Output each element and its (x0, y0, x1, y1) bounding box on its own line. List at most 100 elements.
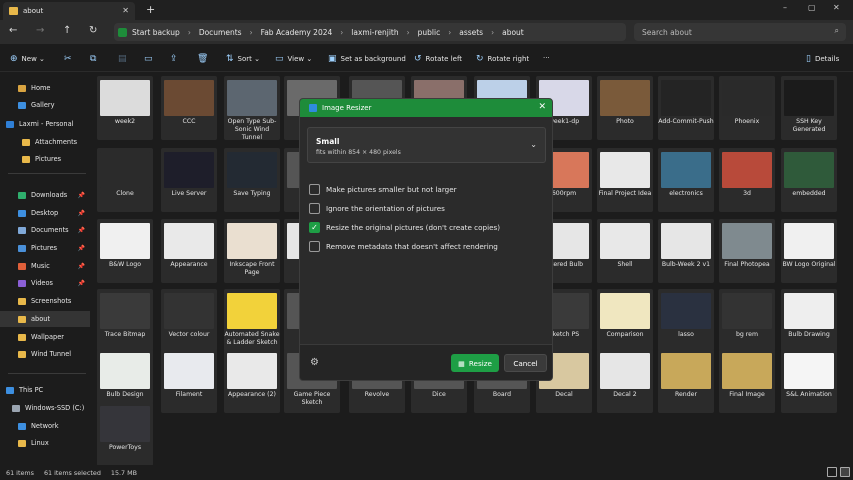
share-icon[interactable]: ⇪ (170, 54, 182, 64)
pin-icon[interactable]: 📌 (78, 245, 85, 252)
file-tile[interactable]: Decal 2 (597, 349, 653, 413)
pin-icon[interactable]: 📌 (78, 263, 85, 270)
file-tile[interactable]: week2 (97, 76, 153, 140)
breadcrumb-item[interactable]: public › (418, 28, 452, 37)
close-window-button[interactable]: ✕ (833, 3, 840, 12)
maximize-button[interactable]: ▢ (808, 3, 816, 12)
cut-icon[interactable]: ✂ (64, 54, 76, 64)
option-shrink-only[interactable]: Make pictures smaller but not larger (309, 184, 457, 195)
details-button[interactable]: ▯ Details (806, 54, 839, 64)
file-tile[interactable]: PowerToys (97, 402, 153, 465)
file-tile[interactable]: lasso (658, 289, 714, 353)
file-tile[interactable]: electronics (658, 148, 714, 212)
file-tile[interactable]: 3d (719, 148, 775, 212)
gear-icon[interactable]: ⚙ (310, 357, 319, 368)
checkbox-checked[interactable]: ✓ (309, 222, 320, 233)
breadcrumb-item[interactable]: laxmi-renjith › (351, 28, 409, 37)
file-tile[interactable]: Appearance (2) (224, 349, 280, 413)
file-tile[interactable]: Photo (597, 76, 653, 140)
resize-button[interactable]: ▦ Resize (451, 354, 499, 372)
sidebar-item[interactable]: Screenshots (0, 293, 90, 309)
file-tile[interactable]: SSH Key Generated (781, 76, 837, 140)
file-tile[interactable]: Clone (97, 148, 153, 212)
file-tile[interactable]: Final Project Idea (597, 148, 653, 212)
sort-button[interactable]: ⇅ Sort ⌄ (226, 54, 260, 64)
file-tile[interactable]: Appearance (161, 219, 217, 283)
file-tile[interactable]: Comparison (597, 289, 653, 353)
sidebar-item[interactable]: Home (0, 80, 90, 96)
file-tile[interactable]: CCC (161, 76, 217, 140)
paste-icon[interactable]: ▤ (118, 54, 131, 64)
refresh-icon[interactable]: ↻ (89, 25, 97, 36)
sidebar-item[interactable]: Pictures 📌 (0, 240, 90, 256)
checkbox[interactable] (309, 184, 320, 195)
start-backup-button[interactable]: Start backup › (118, 27, 191, 37)
pin-icon[interactable]: 📌 (78, 227, 85, 234)
file-tile[interactable]: bg rem (719, 289, 775, 353)
sidebar-item[interactable]: Downloads 📌 (0, 187, 90, 203)
sidebar-item[interactable]: Network (0, 418, 90, 434)
delete-icon[interactable]: 🗑 (197, 54, 212, 64)
rotate-right-button[interactable]: ↻ Rotate right (476, 54, 529, 64)
sidebar-item[interactable]: Windows-SSD (C:) (0, 400, 90, 416)
pin-icon[interactable]: 📌 (78, 280, 85, 287)
breadcrumb-item[interactable]: about (502, 28, 524, 37)
checkbox[interactable] (309, 241, 320, 252)
file-tile[interactable]: Bulb-Week 2 v1 (658, 219, 714, 283)
tab-about[interactable]: about ✕ (3, 2, 135, 20)
size-dropdown[interactable]: Small fits within 854 × 480 pixels ⌄ (307, 127, 546, 163)
option-resize-originals[interactable]: ✓ Resize the original pictures (don't cre… (309, 222, 500, 233)
breadcrumb-item[interactable]: Fab Academy 2024 › (261, 28, 344, 37)
file-tile[interactable]: Trace Bitmap (97, 289, 153, 353)
file-tile[interactable]: embedded (781, 148, 837, 212)
pin-icon[interactable]: 📌 (78, 210, 85, 217)
sidebar-item[interactable]: Documents 📌 (0, 222, 90, 238)
breadcrumb-item[interactable]: Documents › (199, 28, 253, 37)
file-tile[interactable]: BW Logo Original (781, 219, 837, 283)
file-tile[interactable]: Open Type Sub-Sonic Wind Tunnel (224, 76, 280, 141)
close-tab-icon[interactable]: ✕ (122, 6, 129, 15)
file-tile[interactable]: Final Photopea (719, 219, 775, 283)
file-tile[interactable]: Phoenix (719, 76, 775, 140)
sidebar-item[interactable]: Laxmi - Personal (0, 116, 90, 132)
file-tile[interactable]: B&W Logo (97, 219, 153, 283)
checkbox[interactable] (309, 203, 320, 214)
file-tile[interactable]: Automated Snake & Ladder Sketch (224, 289, 280, 353)
file-tile[interactable]: Vector colour (161, 289, 217, 353)
file-tile[interactable]: Render (658, 349, 714, 413)
minimize-button[interactable]: – (783, 3, 787, 12)
set-background-button[interactable]: ▣ Set as background (328, 54, 406, 64)
sidebar-item[interactable]: about (0, 311, 90, 327)
new-tab-button[interactable]: + (146, 3, 155, 16)
up-icon[interactable]: ↑ (63, 25, 71, 36)
sidebar-item[interactable]: Videos 📌 (0, 275, 90, 291)
sidebar-item[interactable]: Gallery (0, 97, 90, 113)
search-input[interactable]: Search about ⌕ (634, 23, 846, 41)
rotate-left-button[interactable]: ↺ Rotate left (414, 54, 462, 64)
option-remove-metadata[interactable]: Remove metadata that doesn't affect rend… (309, 241, 498, 252)
file-tile[interactable]: Inkscape Front Page (224, 219, 280, 283)
option-ignore-orientation[interactable]: Ignore the orientation of pictures (309, 203, 445, 214)
file-tile[interactable]: Save Typing (224, 148, 280, 212)
file-tile[interactable]: Live Server (161, 148, 217, 212)
more-button[interactable]: ··· (543, 54, 550, 62)
sidebar-item[interactable]: Wallpaper (0, 329, 90, 345)
sidebar-item[interactable]: Wind Tunnel (0, 346, 90, 362)
sidebar-item[interactable]: Pictures (0, 151, 90, 167)
sidebar-item[interactable]: This PC (0, 382, 90, 398)
view-button[interactable]: ▭ View ⌄ (275, 54, 312, 64)
file-tile[interactable]: Filament (161, 349, 217, 413)
file-tile[interactable]: Shell (597, 219, 653, 283)
dialog-close-icon[interactable]: ✕ (538, 102, 546, 112)
file-tile[interactable]: Add-Commit-Push (658, 76, 714, 140)
sidebar-item[interactable]: Attachments (0, 134, 90, 150)
breadcrumb-item[interactable]: assets › (459, 28, 494, 37)
copy-icon[interactable]: ⧉ (90, 54, 100, 64)
sidebar-item[interactable]: Music 📌 (0, 258, 90, 274)
file-tile[interactable]: Final Image (719, 349, 775, 413)
sidebar-item[interactable]: Desktop 📌 (0, 205, 90, 221)
pin-icon[interactable]: 📌 (78, 192, 85, 199)
cancel-button[interactable]: Cancel (504, 354, 547, 372)
file-tile[interactable]: Bulb Drawing (781, 289, 837, 353)
breadcrumb[interactable]: Start backup › Documents › Fab Academy 202… (114, 23, 626, 41)
